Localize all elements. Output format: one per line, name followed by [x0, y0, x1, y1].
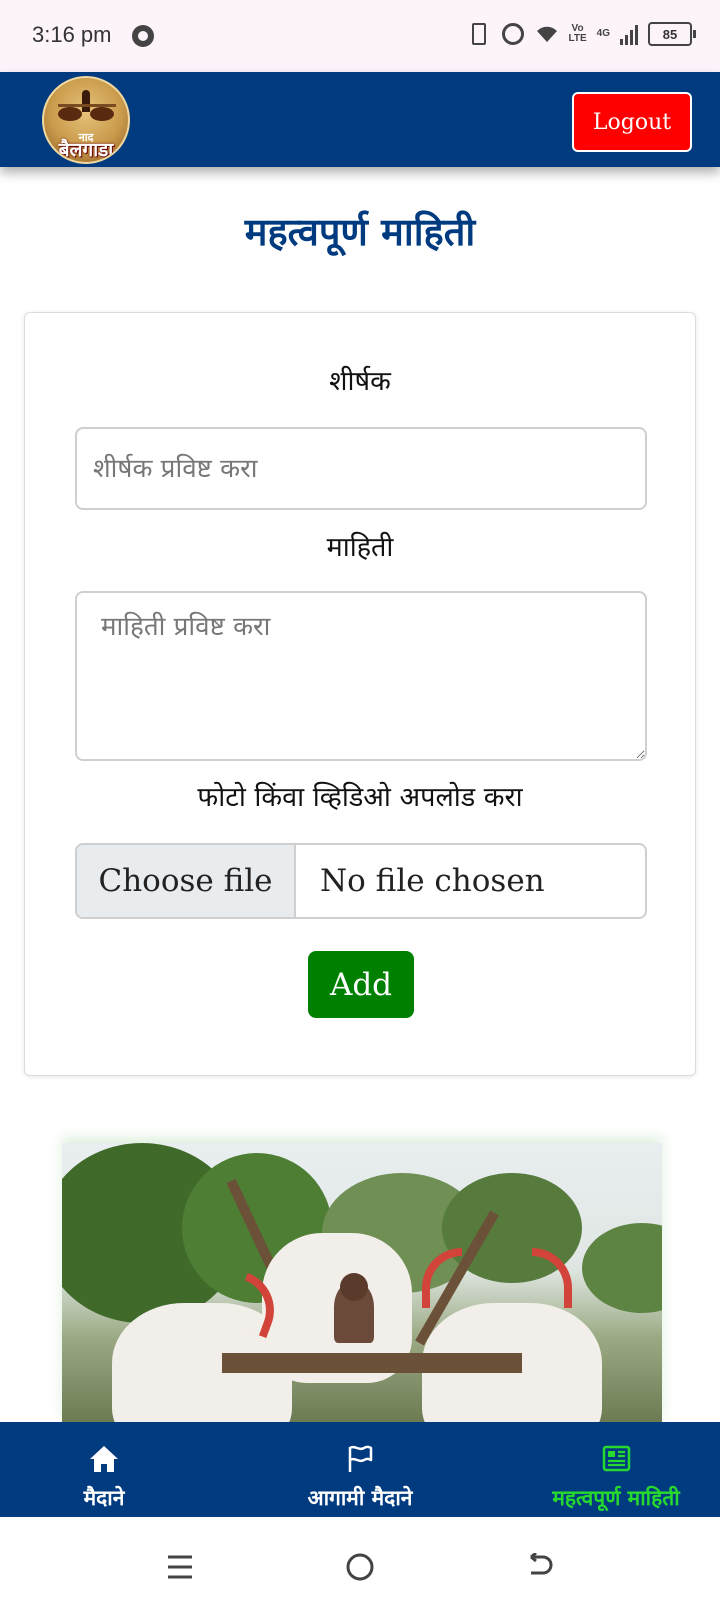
signal-icon: [620, 23, 638, 45]
home-icon: [88, 1442, 120, 1476]
upload-label: फोटो किंवा व्हिडिओ अपलोड करा: [197, 782, 523, 813]
title-label: शीर्षक: [329, 366, 391, 397]
status-bar: 3:16 pm Vo LTE 4G 85: [0, 0, 720, 72]
nav-label: आगामी मैदाने: [307, 1486, 413, 1510]
info-textarea[interactable]: [75, 591, 647, 761]
add-button[interactable]: Add: [308, 951, 414, 1018]
alarm-icon: [501, 22, 525, 46]
logo-bulls-icon: [58, 90, 116, 121]
app-header: नाद बैलगाडा Logout: [0, 72, 720, 167]
nav-label: महत्वपूर्ण माहिती: [552, 1486, 680, 1510]
info-label: माहिती: [326, 532, 394, 563]
logout-button[interactable]: Logout: [572, 92, 692, 152]
choose-file-button[interactable]: Choose file: [77, 845, 296, 917]
nav-item-grounds[interactable]: मैदाने: [64, 1422, 144, 1517]
back-icon[interactable]: [520, 1547, 560, 1587]
page-title: महत्वपूर्ण माहिती: [244, 209, 476, 254]
status-icons: Vo LTE 4G 85: [467, 22, 696, 46]
photo-cart-yoke: [222, 1353, 522, 1373]
info-post-image: [62, 1143, 662, 1423]
flag-icon: [346, 1442, 374, 1476]
app-notification-icon: [132, 25, 154, 47]
bottom-nav: मैदाने आगामी मैदाने महत्वपूर्ण माहिती: [0, 1422, 720, 1517]
recent-apps-icon[interactable]: [160, 1547, 200, 1587]
nav-item-upcoming-grounds[interactable]: आगामी मैदाने: [270, 1422, 450, 1517]
logo-text-main: बैलगाडा: [58, 139, 114, 161]
home-button-icon[interactable]: [340, 1547, 380, 1587]
newspaper-icon: [601, 1442, 631, 1476]
file-status-text: No file chosen: [320, 863, 545, 899]
app-logo: नाद बैलगाडा: [42, 76, 130, 164]
system-nav-bar: [0, 1517, 720, 1612]
title-input[interactable]: [75, 427, 647, 510]
add-info-form: शीर्षक माहिती फोटो किंवा व्हिडिओ अपलोड क…: [24, 312, 696, 1076]
nav-item-important-info[interactable]: महत्वपूर्ण माहिती: [536, 1422, 696, 1517]
battery-icon: 85: [648, 22, 696, 46]
volte-icon: Vo LTE: [568, 23, 587, 44]
status-time: 3:16 pm: [32, 22, 112, 47]
network-type-icon: 4G: [596, 28, 610, 39]
wifi-icon: [535, 24, 559, 44]
vibrate-icon: [467, 22, 491, 46]
file-upload-input[interactable]: Choose file No file chosen: [75, 843, 647, 919]
nav-label: मैदाने: [83, 1486, 125, 1510]
photo-child-head: [340, 1273, 368, 1301]
